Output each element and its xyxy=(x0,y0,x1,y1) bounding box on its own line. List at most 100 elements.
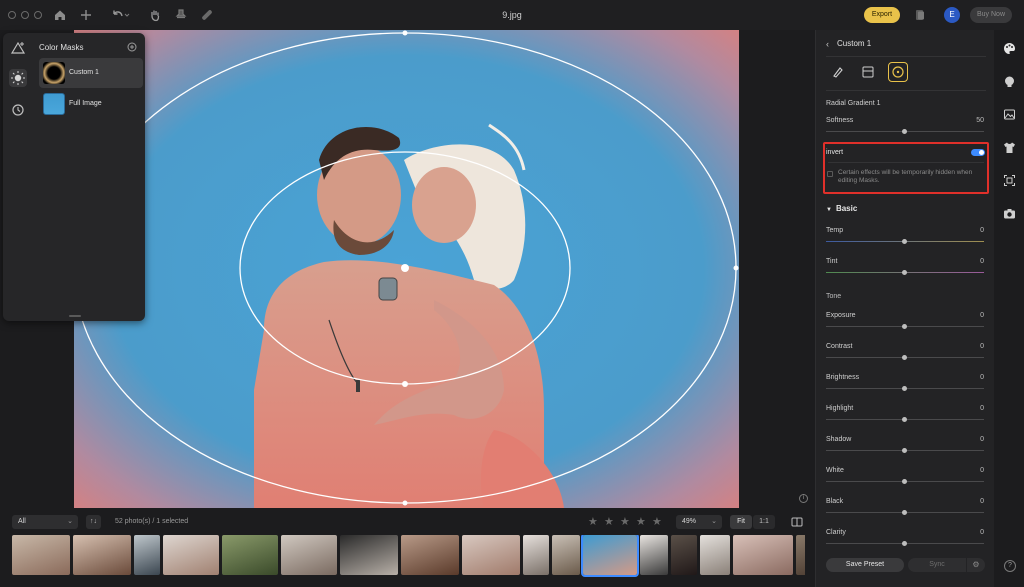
tone-slider-exposure[interactable] xyxy=(826,324,984,329)
thumbnail[interactable] xyxy=(796,535,805,575)
thumbnail[interactable] xyxy=(222,535,278,575)
thumbnail[interactable] xyxy=(523,535,549,575)
tone-slider-clarity[interactable] xyxy=(826,541,984,546)
compare-icon[interactable] xyxy=(790,515,804,529)
photo-canvas[interactable] xyxy=(74,30,739,508)
one-to-one-button[interactable]: 1:1 xyxy=(753,515,775,529)
temp-label: Temp xyxy=(826,227,844,234)
slider-knob[interactable] xyxy=(902,324,907,329)
panel-resize-handle[interactable] xyxy=(69,315,81,317)
thumbnail[interactable] xyxy=(700,535,730,575)
invert-toggle[interactable] xyxy=(971,149,985,156)
thumbnail[interactable] xyxy=(462,535,520,575)
thumbnail[interactable] xyxy=(281,535,337,575)
thumbnail-strip[interactable] xyxy=(12,535,805,581)
rating-star-3[interactable]: ★ xyxy=(620,515,630,528)
inner-bottom-handle[interactable] xyxy=(402,381,408,387)
slider-knob[interactable] xyxy=(902,510,907,515)
tone-slider-black[interactable] xyxy=(826,510,984,515)
tone-label-clarity: Clarity xyxy=(826,529,846,536)
outer-bottom-handle[interactable] xyxy=(402,500,408,506)
rating-star-1[interactable]: ★ xyxy=(588,515,598,528)
radial-gradient-overlay[interactable] xyxy=(74,30,739,508)
tone-value-black: 0 xyxy=(980,498,984,505)
slider-knob[interactable] xyxy=(902,129,907,134)
avatar[interactable]: E xyxy=(944,7,960,23)
invert-label: invert xyxy=(826,149,844,156)
sort-button[interactable]: ↑↓ xyxy=(86,515,101,529)
mask-item-label: Custom 1 xyxy=(69,69,99,76)
tone-slider-shadow[interactable] xyxy=(826,448,984,453)
help-icon[interactable]: ? xyxy=(1004,560,1016,572)
sun-mask-icon[interactable] xyxy=(9,69,27,87)
slider-knob[interactable] xyxy=(902,417,907,422)
slider-knob[interactable] xyxy=(902,479,907,484)
photo-filter-select[interactable]: All ⌄ xyxy=(12,515,78,529)
zoom-select[interactable]: 49% ⌄ xyxy=(676,515,722,529)
slider-knob[interactable] xyxy=(902,355,907,360)
divider xyxy=(826,90,986,91)
buy-now-button[interactable]: Buy Now xyxy=(970,7,1012,23)
thumbnail[interactable] xyxy=(12,535,70,575)
slider-knob[interactable] xyxy=(902,270,907,275)
mask-item-label: Full Image xyxy=(69,100,102,107)
history-icon[interactable] xyxy=(9,101,27,119)
rating-star-2[interactable]: ★ xyxy=(604,515,614,528)
thumbnail[interactable] xyxy=(401,535,459,575)
hide-effects-checkbox[interactable] xyxy=(827,171,833,177)
slider-knob[interactable] xyxy=(902,386,907,391)
crop-focus-icon[interactable] xyxy=(1003,174,1016,187)
thumbnail[interactable] xyxy=(671,535,697,575)
add-mask-tool-icon[interactable] xyxy=(9,39,27,57)
fit-button[interactable]: Fit xyxy=(730,515,752,529)
radial-gradient-mode-icon[interactable] xyxy=(888,62,908,82)
outer-right-handle[interactable] xyxy=(733,265,739,271)
center-handle[interactable] xyxy=(401,264,409,272)
export-button[interactable]: Export xyxy=(864,7,900,23)
add-mask-icon[interactable] xyxy=(127,42,137,52)
thumbnail[interactable] xyxy=(733,535,793,575)
color-masks-panel: Color Masks Custom 1 Full Image xyxy=(3,33,145,321)
tone-value-exposure: 0 xyxy=(980,312,984,319)
tint-slider[interactable] xyxy=(826,270,984,275)
info-icon[interactable]: i xyxy=(799,494,808,503)
tone-slider-contrast[interactable] xyxy=(826,355,984,360)
thumbnail[interactable] xyxy=(552,535,580,575)
rating-star-4[interactable]: ★ xyxy=(636,515,646,528)
tone-value-highlight: 0 xyxy=(980,405,984,412)
palette-icon[interactable] xyxy=(1003,42,1016,55)
back-chevron-icon[interactable]: ‹ xyxy=(826,39,829,49)
slider-knob[interactable] xyxy=(902,239,907,244)
slider-knob[interactable] xyxy=(902,448,907,453)
thumbnail[interactable] xyxy=(581,535,639,577)
save-preset-button[interactable]: Save Preset xyxy=(826,558,904,572)
portrait-face-icon[interactable] xyxy=(1003,75,1016,88)
tone-slider-brightness[interactable] xyxy=(826,386,984,391)
tone-slider-highlight[interactable] xyxy=(826,417,984,422)
thumbnail[interactable] xyxy=(340,535,398,575)
clothing-icon[interactable] xyxy=(1003,141,1016,154)
tone-value-clarity: 0 xyxy=(980,529,984,536)
sync-settings-gear-icon[interactable]: ⚙ xyxy=(967,558,985,572)
temp-slider[interactable] xyxy=(826,239,984,244)
mask-item-custom-1[interactable]: Custom 1 xyxy=(39,58,143,88)
rating-star-5[interactable]: ★ xyxy=(652,515,662,528)
thumbnail[interactable] xyxy=(163,535,219,575)
thumbnail[interactable] xyxy=(73,535,131,575)
mask-thumbnail-custom xyxy=(43,62,65,84)
brush-mode-icon[interactable] xyxy=(828,62,848,82)
outer-top-handle[interactable] xyxy=(402,30,408,36)
slider-knob[interactable] xyxy=(902,541,907,546)
layers-icon[interactable] xyxy=(913,8,929,22)
camera-icon[interactable] xyxy=(1003,207,1016,220)
sync-button[interactable]: Sync xyxy=(908,558,966,572)
photo-count: 52 photo(s) / 1 selected xyxy=(115,518,189,525)
tone-slider-white[interactable] xyxy=(826,479,984,484)
mask-item-full-image[interactable]: Full Image xyxy=(39,89,143,119)
softness-slider[interactable] xyxy=(826,129,984,134)
basic-section-header[interactable]: ▼ Basic xyxy=(826,204,857,213)
linear-gradient-mode-icon[interactable] xyxy=(858,62,878,82)
thumbnail[interactable] xyxy=(640,535,668,575)
landscape-icon[interactable] xyxy=(1003,108,1016,121)
thumbnail[interactable] xyxy=(134,535,160,575)
